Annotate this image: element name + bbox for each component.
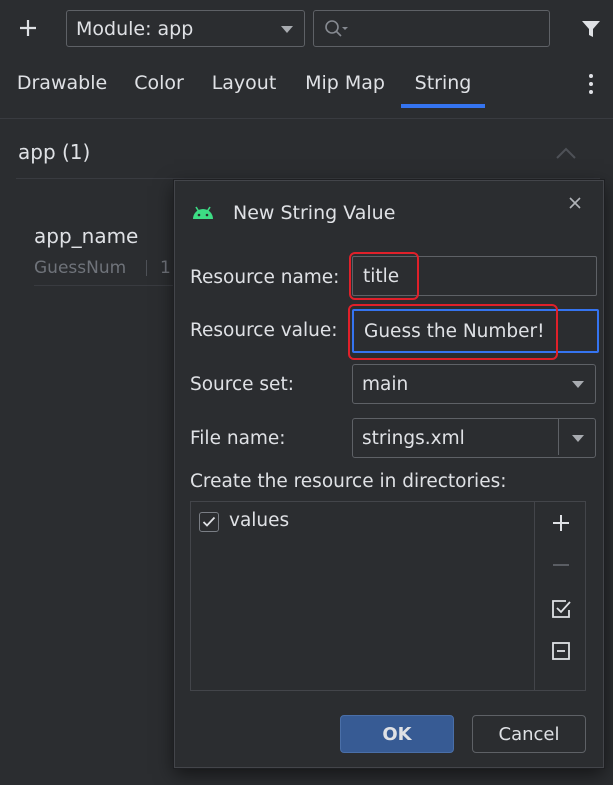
- chevron-down-icon: [572, 435, 584, 442]
- directories-list: values: [190, 501, 586, 691]
- chevron-up-icon[interactable]: [555, 146, 577, 160]
- values-checkbox[interactable]: [199, 512, 219, 532]
- check-all-icon: [552, 600, 571, 618]
- file-name-select[interactable]: strings.xml: [352, 418, 596, 458]
- tab-drawable[interactable]: Drawable: [16, 70, 108, 110]
- add-resource-button[interactable]: [8, 10, 48, 46]
- tab-label: Layout: [211, 72, 277, 94]
- close-icon: [569, 197, 581, 209]
- resource-value-label: Resource value:: [190, 320, 338, 341]
- resource-item-count: 1: [160, 258, 171, 278]
- add-directory-button[interactable]: [549, 511, 573, 535]
- source-set-select[interactable]: main: [352, 364, 596, 404]
- resource-item-preview: GuessNum: [34, 258, 127, 278]
- source-set-value: main: [362, 373, 409, 395]
- minus-icon: [553, 564, 569, 566]
- module-select[interactable]: Module: app: [66, 10, 305, 47]
- tab-layout[interactable]: Layout: [211, 70, 277, 110]
- uncheck-all-icon: [552, 642, 570, 660]
- select-all-button[interactable]: [549, 597, 573, 621]
- tab-label: Color: [134, 72, 184, 94]
- filter-icon: [582, 21, 600, 37]
- tab-label: Mip Map: [305, 72, 385, 94]
- resource-value-value: Guess the Number!: [364, 320, 545, 342]
- directories-label: Create the resource in directories:: [190, 471, 507, 492]
- more-options-icon[interactable]: [582, 70, 600, 98]
- resource-name-label: Resource name:: [190, 267, 340, 288]
- resource-name-field[interactable]: title: [352, 256, 597, 296]
- file-name-value: strings.xml: [362, 427, 465, 449]
- tab-mip-map[interactable]: Mip Map: [301, 70, 389, 110]
- tab-label: Drawable: [16, 72, 108, 94]
- tab-color[interactable]: Color: [131, 70, 187, 110]
- directories-toolbar: [534, 501, 586, 691]
- selected-tab-indicator: [401, 104, 485, 108]
- chevron-down-icon: [572, 381, 584, 388]
- plus-icon: [553, 515, 569, 531]
- new-string-value-dialog: New String Value Resource name: title Re…: [174, 180, 604, 768]
- divider: [34, 285, 174, 286]
- ok-button[interactable]: OK: [340, 715, 454, 753]
- remove-directory-button[interactable]: [549, 553, 573, 577]
- divider: [146, 260, 147, 276]
- search-input[interactable]: [313, 10, 550, 47]
- close-button[interactable]: [563, 191, 587, 215]
- checkmark-icon: [202, 516, 216, 527]
- android-icon: [193, 206, 213, 219]
- resource-value-field[interactable]: Guess the Number!: [352, 309, 599, 353]
- resource-name-value: title: [363, 265, 400, 287]
- file-name-label: File name:: [190, 428, 286, 449]
- resource-group-header[interactable]: app (1): [18, 140, 90, 164]
- cancel-button[interactable]: Cancel: [472, 715, 586, 753]
- plus-icon: [20, 20, 36, 36]
- filter-button[interactable]: [576, 12, 606, 46]
- divider: [558, 419, 559, 455]
- module-select-label: Module: app: [76, 17, 194, 40]
- source-set-label: Source set:: [190, 374, 294, 395]
- search-icon: [325, 19, 348, 37]
- dialog-title: New String Value: [233, 202, 396, 224]
- divider: [16, 178, 600, 179]
- resource-item-name[interactable]: app_name: [34, 224, 138, 248]
- chevron-down-icon: [281, 26, 293, 33]
- unselect-all-button[interactable]: [549, 639, 573, 663]
- tab-label: String: [414, 72, 472, 94]
- directory-item-label: values: [229, 510, 290, 531]
